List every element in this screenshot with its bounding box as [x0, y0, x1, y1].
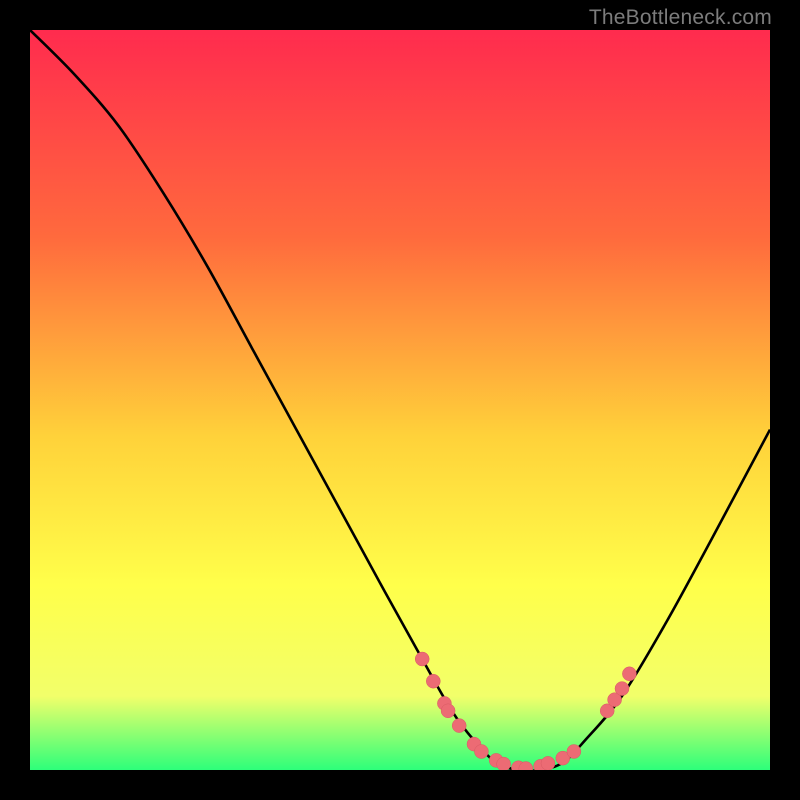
data-markers: [415, 652, 636, 770]
data-marker: [441, 704, 455, 718]
chart-frame: TheBottleneck.com: [0, 0, 800, 800]
data-marker: [541, 756, 555, 770]
data-marker: [415, 652, 429, 666]
bottleneck-curve: [30, 30, 770, 770]
data-marker: [622, 667, 636, 681]
data-marker: [497, 757, 511, 770]
data-marker: [567, 745, 581, 759]
data-marker: [474, 745, 488, 759]
chart-svg: [30, 30, 770, 770]
data-marker: [615, 682, 629, 696]
watermark: TheBottleneck.com: [589, 6, 772, 30]
data-marker: [426, 674, 440, 688]
plot-area: [30, 30, 770, 770]
data-marker: [452, 719, 466, 733]
